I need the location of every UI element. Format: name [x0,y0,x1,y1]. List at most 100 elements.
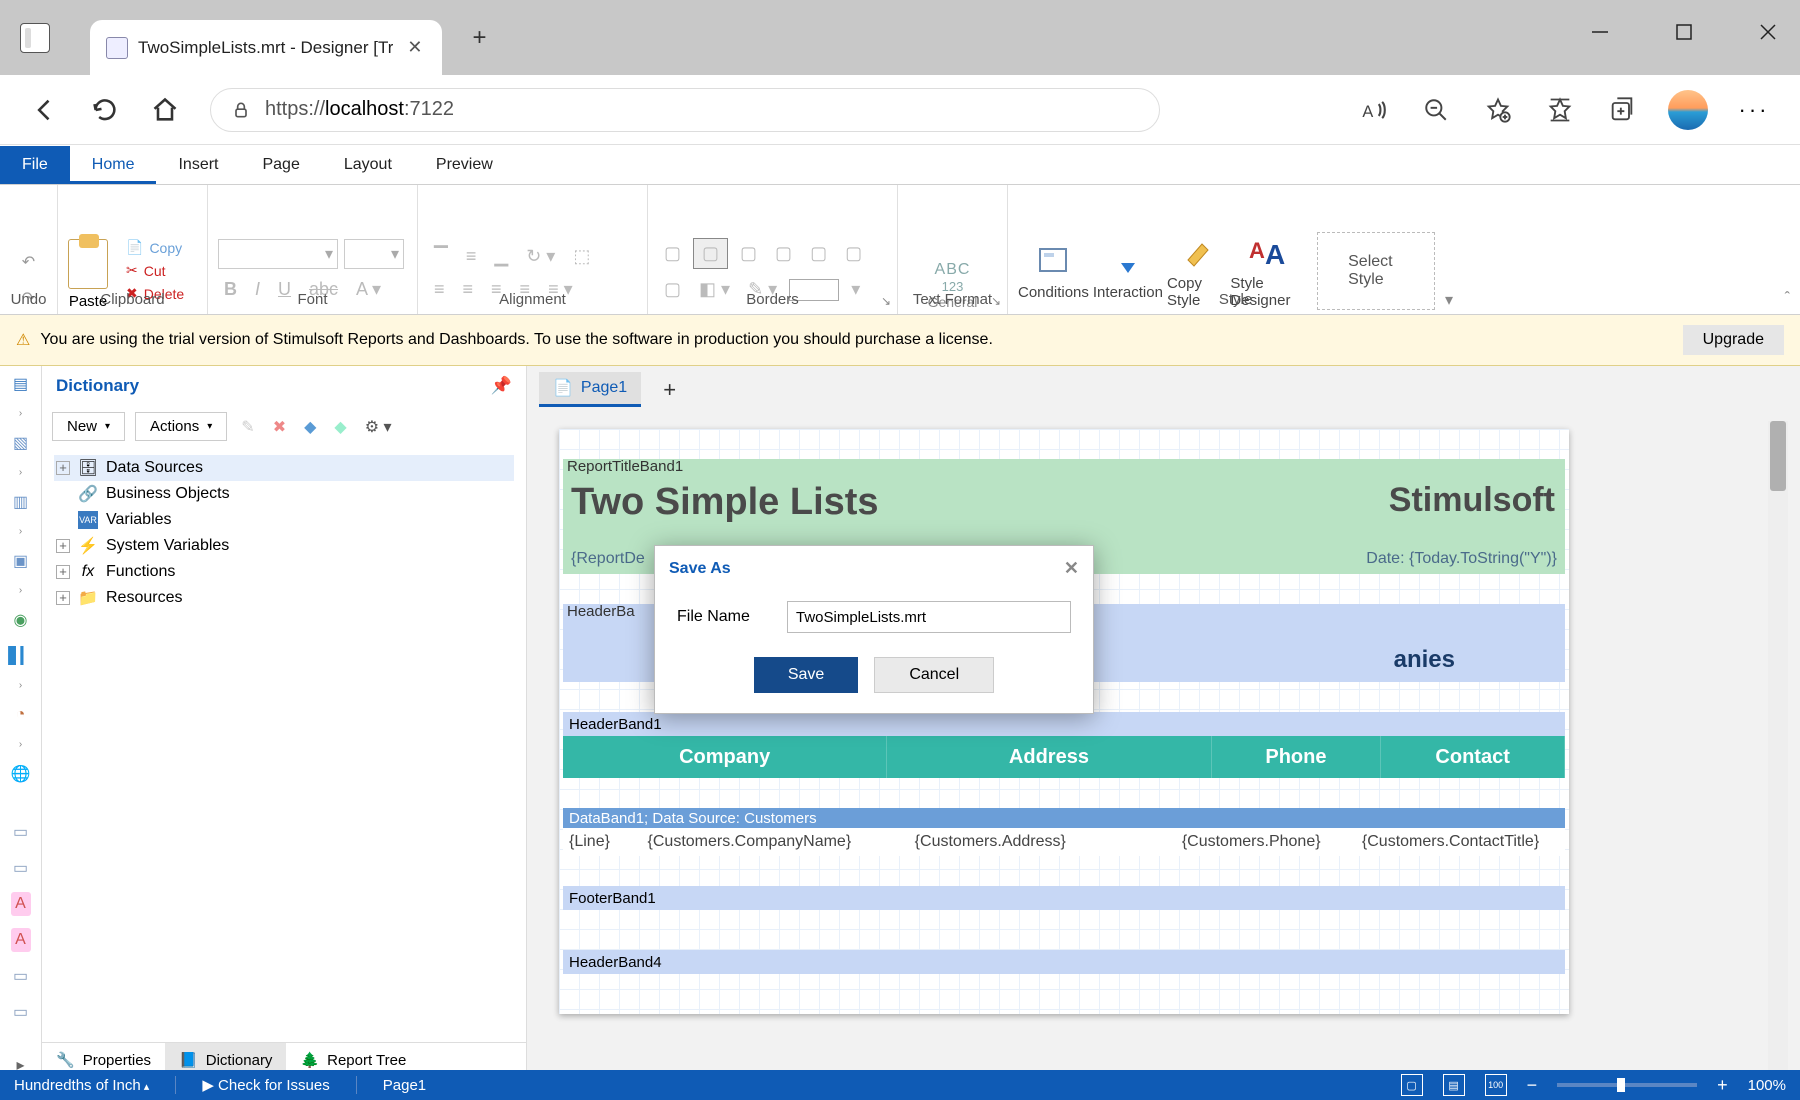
tree-system-variables[interactable]: +⚡System Variables [54,533,514,559]
edit-icon[interactable]: ✎ [237,413,258,441]
read-aloud-icon[interactable]: A [1358,94,1390,126]
menu-home[interactable]: Home [70,146,157,184]
cancel-button[interactable]: Cancel [874,657,994,693]
footer-band-1[interactable]: FooterBand1 [563,886,1565,910]
rail-gauge-icon[interactable]: ◔ [9,703,33,727]
align-middle-icon[interactable]: ≡ [460,244,483,269]
vertical-scrollbar[interactable]: ▲ [1768,421,1788,1077]
settings-icon[interactable]: ⚙ ▾ [361,413,396,441]
cell-phone[interactable]: {Customers.Phone} [1176,828,1356,856]
page-tab-1[interactable]: 📄 Page1 [539,372,641,407]
zoom-thumb[interactable] [1617,1078,1625,1092]
menu-layout[interactable]: Layout [322,146,414,184]
delete-item-icon[interactable]: ✖ [269,413,290,441]
header-band-1[interactable]: HeaderBand1 Company Address Phone Contac… [563,712,1565,778]
filename-input[interactable] [787,601,1071,633]
brand-text[interactable]: Stimulsoft [1389,481,1555,520]
design-canvas[interactable]: ReportTitleBand1 Two Simple Lists Stimul… [539,421,1788,1077]
minimize-button[interactable] [1578,10,1622,54]
data-row[interactable]: {Line} {Customers.CompanyName} {Customer… [563,828,1565,856]
address-bar[interactable]: https://localhost:7122 [210,88,1160,132]
report-desc-text[interactable]: {ReportDe [571,550,645,568]
tree-data-sources[interactable]: +🗄Data Sources [54,455,514,481]
column-headers[interactable]: Company Address Phone Contact [563,736,1565,778]
rail-map-icon[interactable]: 🌐 [9,762,33,786]
rail-image-icon[interactable]: ▧ [9,431,33,455]
companies-text[interactable]: anies [1394,646,1455,674]
view-mode-1-icon[interactable]: ▢ [1401,1074,1423,1096]
tree-variables[interactable]: VARVariables [54,507,514,533]
zoom-out-icon[interactable] [1420,94,1452,126]
maximize-button[interactable] [1662,10,1706,54]
menu-preview[interactable]: Preview [414,146,515,184]
refresh-button[interactable] [90,95,120,125]
save-button[interactable]: Save [754,657,858,693]
rail-group-icon[interactable]: ▭ [9,1000,33,1024]
report-page[interactable]: ReportTitleBand1 Two Simple Lists Stimul… [559,429,1569,1014]
report-date-text[interactable]: Date: {Today.ToString("Y")} [1366,550,1557,568]
zoom-in-button[interactable]: + [1717,1075,1728,1096]
dialog-close-button[interactable]: ✕ [1064,558,1079,579]
favorites-icon[interactable] [1544,94,1576,126]
tab-close-button[interactable]: ✕ [403,33,426,62]
copy-button[interactable]: 📄 Copy [126,239,184,256]
new-dropdown[interactable]: New▾ [52,412,125,441]
move-up-icon[interactable]: ◆ [300,413,320,441]
rail-data-icon[interactable]: A [11,892,31,916]
col-contact[interactable]: Contact [1381,736,1565,778]
pin-icon[interactable]: 📌 [491,376,512,396]
rail-column-icon[interactable]: ▭ [9,964,33,988]
rail-barcode-icon[interactable]: ▥ [9,490,33,514]
rail-panel-icon[interactable]: ◉ [9,608,33,632]
zoom-out-button[interactable]: − [1527,1075,1538,1096]
rail-report-title-icon[interactable]: ▭ [9,820,33,844]
close-window-button[interactable] [1746,10,1790,54]
menu-page[interactable]: Page [240,146,321,184]
rail-footer-icon[interactable]: A [11,928,31,952]
rail-chart-icon[interactable]: ▋▎ [9,644,33,668]
add-page-button[interactable]: + [653,373,686,407]
tab-overview-button[interactable] [20,23,50,53]
rail-header-icon[interactable]: ▭ [9,856,33,880]
tree-functions[interactable]: +fxFunctions [54,559,514,585]
scrollbar-thumb[interactable] [1770,421,1786,491]
rotate-icon[interactable]: ↻ ▾ [520,244,561,269]
new-tab-button[interactable]: + [462,18,496,58]
col-phone[interactable]: Phone [1212,736,1382,778]
menu-insert[interactable]: Insert [156,146,240,184]
more-menu-icon[interactable]: ··· [1738,94,1770,126]
collections-icon[interactable] [1606,94,1638,126]
col-company[interactable]: Company [563,736,887,778]
data-band-1[interactable]: DataBand1; Data Source: Customers {Line}… [563,808,1565,856]
font-family-combo[interactable]: ▾ [218,239,338,269]
cell-line[interactable]: {Line} [563,828,642,856]
wrap-icon[interactable]: ⬚ [567,244,596,269]
profile-avatar[interactable] [1668,90,1708,130]
browser-tab[interactable]: TwoSimpleLists.mrt - Designer [Tr ✕ [90,20,442,75]
back-button[interactable] [30,95,60,125]
border-right-icon[interactable]: ▢ [804,241,833,266]
tree-business-objects[interactable]: 🔗Business Objects [54,481,514,507]
add-favorite-icon[interactable] [1482,94,1514,126]
border-left-icon[interactable]: ▢ [769,241,798,266]
rail-text-icon[interactable]: ▤ [9,372,33,396]
zoom-slider[interactable] [1557,1083,1697,1087]
dialog-header[interactable]: Save As ✕ [655,546,1093,591]
borders-launcher-icon[interactable]: ↘ [881,294,891,308]
cell-address[interactable]: {Customers.Address} [909,828,1176,856]
align-top-icon[interactable]: ▔ [428,244,454,269]
border-top-icon[interactable]: ▢ [734,241,763,266]
textformat-launcher-icon[interactable]: ↘ [991,294,1001,308]
home-button[interactable] [150,95,180,125]
undo-icon[interactable]: ↶ [17,250,41,274]
cut-button[interactable]: ✂ Cut [126,262,184,279]
rail-shape-icon[interactable]: ▣ [9,549,33,573]
cell-contact[interactable]: {Customers.ContactTitle} [1356,828,1565,856]
border-outer-icon[interactable]: ▢ [693,238,728,269]
view-mode-3-icon[interactable]: 100 [1485,1074,1507,1096]
menu-file[interactable]: File [0,146,70,184]
col-address[interactable]: Address [887,736,1211,778]
actions-dropdown[interactable]: Actions▾ [135,412,227,441]
move-down-icon[interactable]: ◆ [330,413,350,441]
header-band-4[interactable]: HeaderBand4 [563,950,1565,974]
